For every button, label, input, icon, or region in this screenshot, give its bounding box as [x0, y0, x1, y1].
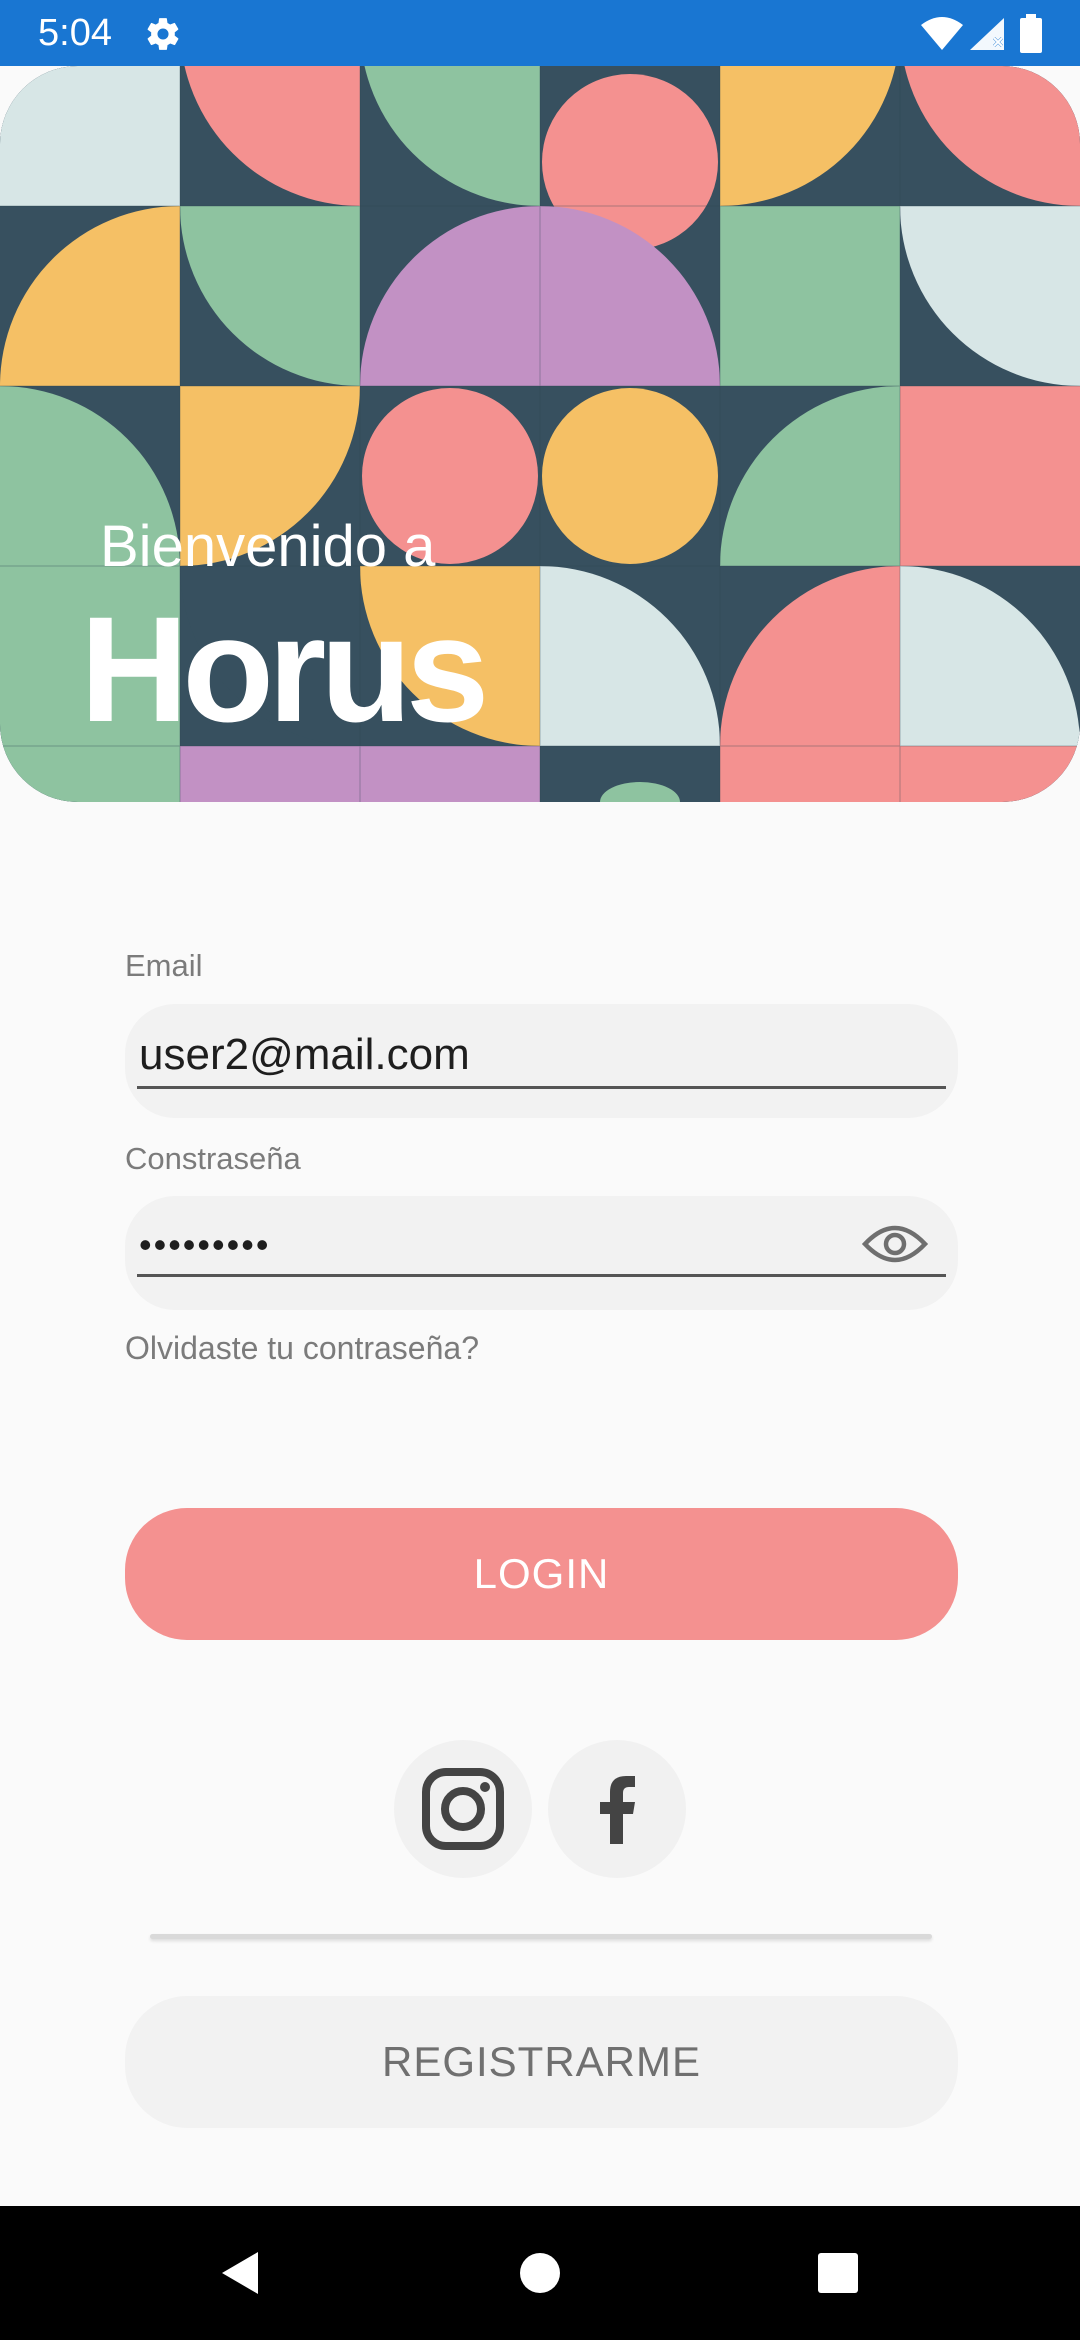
hero-banner: Bienvenido a Horus — [0, 66, 1080, 802]
back-icon[interactable] — [204, 2236, 278, 2310]
status-icons — [920, 14, 1044, 54]
hero-welcome-text: Bienvenido a — [100, 514, 436, 579]
status-time: 5:04 — [38, 12, 112, 54]
battery-icon — [1020, 14, 1042, 53]
status-bar: 5:04 — [0, 0, 1080, 66]
gear-icon — [147, 18, 179, 50]
instagram-icon — [422, 1768, 504, 1850]
password-field[interactable]: ••••••••• — [137, 1212, 946, 1277]
brand-logo-text: Horus — [80, 585, 489, 753]
eye-icon[interactable] — [862, 1218, 928, 1270]
recents-icon[interactable] — [801, 2236, 875, 2310]
email-field[interactable] — [137, 1024, 946, 1089]
login-button[interactable]: LOGIN — [125, 1508, 958, 1640]
forgot-password-link[interactable]: Olvidaste tu contraseña? — [125, 1328, 479, 1368]
instagram-button[interactable] — [394, 1740, 532, 1878]
email-field-container — [125, 1004, 958, 1118]
divider — [150, 1934, 932, 1939]
cell-signal-icon — [970, 18, 1004, 50]
login-screen: 5:04 Bienvenido a Horus Email user2@mail… — [0, 0, 1080, 2340]
facebook-icon — [600, 1776, 635, 1844]
register-button[interactable]: REGISTRARME — [125, 1996, 958, 2128]
facebook-button[interactable] — [548, 1740, 686, 1878]
navigation-bar — [0, 2206, 1080, 2340]
password-label: Constraseña — [125, 1141, 301, 1176]
email-label: Email — [125, 948, 203, 983]
home-icon[interactable] — [503, 2236, 577, 2310]
password-field-container: ••••••••• — [125, 1196, 958, 1310]
wifi-icon — [921, 17, 963, 50]
